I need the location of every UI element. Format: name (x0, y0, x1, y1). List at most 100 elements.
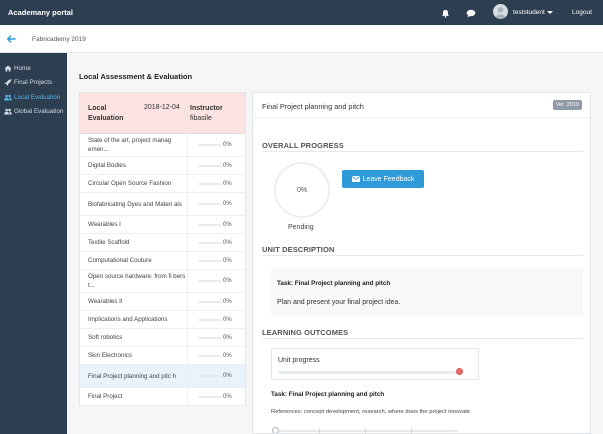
unit-percent: 0% (223, 278, 232, 284)
unit-percent: 0% (223, 239, 232, 246)
unit-percent: 0% (223, 373, 232, 379)
unit-progress-bar (198, 395, 222, 398)
breadcrumb[interactable]: Fabricademy 2019 (32, 36, 86, 43)
users-icon (4, 94, 12, 101)
unit-row[interactable]: Open source hardware: from fi bers t... 0… (80, 270, 245, 293)
unit-row[interactable]: Skin Electronics 0% (80, 347, 245, 365)
unit-percent: 0% (223, 316, 232, 323)
page-title: Local Assessment & Evaluation (79, 72, 193, 81)
unit-percent: 0% (223, 334, 232, 341)
version-badge: Ver. 2019 (552, 100, 582, 110)
unit-percent: 0% (223, 298, 232, 305)
sidebar-item-home[interactable]: Home (0, 61, 67, 76)
unit-progress-bar (198, 259, 222, 262)
unit-description-heading: UNIT DESCRIPTION (262, 245, 335, 254)
unit-row[interactable]: State of the art, project manag emen... 0… (80, 134, 245, 157)
unit-progress-bar (198, 241, 222, 244)
unit-percent: 0% (223, 352, 232, 359)
sidebar: Home Final Projects Local Evaluation Glo… (0, 53, 67, 434)
unit-row[interactable]: Biofabricating Dyes and Materi als 0% (80, 193, 245, 216)
unit-percent: 0% (223, 393, 232, 400)
unit-row[interactable]: Circular Open Source Fashion 0% (80, 175, 245, 193)
bell-icon[interactable] (441, 9, 450, 18)
unit-name: Wearables II (80, 293, 188, 310)
chevron-down-icon (546, 10, 553, 14)
slider-tick (319, 429, 320, 433)
logout-link[interactable]: Logout (572, 9, 592, 16)
unit-progress-bar (198, 375, 222, 377)
outcome-slider-handle[interactable] (272, 427, 279, 433)
sidebar-item-label: Global Evaluation (14, 108, 64, 116)
unit-progress-bar (198, 300, 222, 303)
unit-progress-bar (198, 354, 222, 357)
breadcrumb-bar: Fabricademy 2019 (0, 25, 603, 53)
divider (262, 338, 583, 339)
instructor-name: fibasile (190, 115, 212, 122)
unit-row[interactable]: Soft robotics 0% (80, 329, 245, 347)
unit-row[interactable]: Final Project 0% (80, 388, 245, 406)
home-icon (4, 65, 12, 72)
unit-detail-panel: Final Project planning and pitch Ver. 20… (252, 92, 591, 434)
unit-name: Biofabricating Dyes and Materi als (80, 193, 188, 215)
unit-row[interactable]: Digital Bodies 0% (80, 157, 245, 175)
leave-feedback-button[interactable]: Leave Feedback (342, 170, 424, 188)
description-task: Task: Final Project planning and pitch (277, 280, 391, 287)
unit-row[interactable]: Final Project planning and pitc h 0% (80, 365, 245, 388)
globe-users-icon (4, 108, 12, 115)
sidebar-item-label: Final Projects (14, 79, 53, 87)
unit-name: Textile Scaffold (80, 234, 188, 251)
unit-name: State of the art, project manag emen... (80, 134, 188, 156)
avatar[interactable] (493, 4, 508, 19)
unit-progress-bar (198, 203, 222, 205)
unit-progress-bar (198, 144, 222, 146)
unit-description-box: Task: Final Project planning and pitch P… (271, 268, 583, 316)
unit-row[interactable]: Textile Scaffold 0% (80, 234, 245, 252)
outcome-task: Task: Final Project planning and pitch (271, 391, 385, 398)
unit-progress-track (278, 371, 458, 374)
unit-percent: 0% (223, 201, 232, 207)
unit-list: State of the art, project manag emen... 0… (80, 134, 245, 406)
sidebar-item-global-evaluation[interactable]: Global Evaluation (0, 105, 67, 120)
outcome-references: References: concept development, researc… (271, 409, 471, 415)
learning-outcomes-heading: LEARNING OUTCOMES (262, 328, 349, 337)
progress-value: 0% (296, 187, 308, 194)
sidebar-item-label: Local Evaluation (14, 93, 61, 101)
user-name: teststudent (513, 9, 545, 16)
unit-name: Wearables I (80, 216, 188, 233)
sidebar-item-final-projects[interactable]: Final Projects (0, 76, 67, 91)
divider (262, 255, 583, 256)
evaluation-header: Local Evaluation 2018-12-04 Instructor f… (80, 93, 245, 134)
unit-detail-header: Final Project planning and pitch Ver. 20… (253, 93, 590, 118)
unit-progress-bar (198, 336, 222, 339)
progress-ring: 0% (274, 162, 330, 218)
user-menu[interactable]: teststudent (513, 9, 553, 16)
unit-progress-box: Unit progress (271, 348, 479, 380)
sidebar-item-local-evaluation[interactable]: Local Evaluation (0, 90, 67, 105)
unit-row[interactable]: Wearables I 0% (80, 216, 245, 234)
envelope-icon (351, 176, 360, 182)
evaluation-title: Local Evaluation (88, 105, 124, 122)
unit-row[interactable]: Computational Couture 0% (80, 252, 245, 270)
unit-percent: 0% (223, 180, 232, 187)
progress-status: Pending (288, 224, 314, 231)
unit-progress-bar (198, 318, 222, 321)
unit-row[interactable]: Implications and Applications 0% (80, 311, 245, 329)
leave-feedback-label: Leave Feedback (362, 175, 415, 183)
unit-name: Skin Electronics (80, 347, 188, 364)
sidebar-item-label: Home (14, 64, 31, 72)
brand-title[interactable]: Academany portal (8, 8, 73, 17)
unit-name: Soft robotics (80, 329, 188, 346)
arrow-left-icon[interactable] (7, 35, 16, 43)
unit-name: Final Project planning and pitc h (80, 365, 188, 387)
unit-name: Open source hardware: from fi bers t... (80, 270, 188, 292)
slider-tick (365, 429, 366, 433)
instructor-info: Instructor fibasile (190, 104, 223, 124)
unit-progress-bar (198, 182, 222, 185)
slider-tick (411, 429, 412, 433)
unit-progress-knob[interactable] (456, 368, 463, 375)
unit-row[interactable]: Wearables II 0% (80, 293, 245, 311)
unit-name: Computational Couture (80, 252, 188, 269)
unit-progress-bar (198, 223, 222, 226)
top-navbar: Academany portal teststudent Logout (0, 0, 603, 25)
chat-icon[interactable] (466, 9, 476, 18)
